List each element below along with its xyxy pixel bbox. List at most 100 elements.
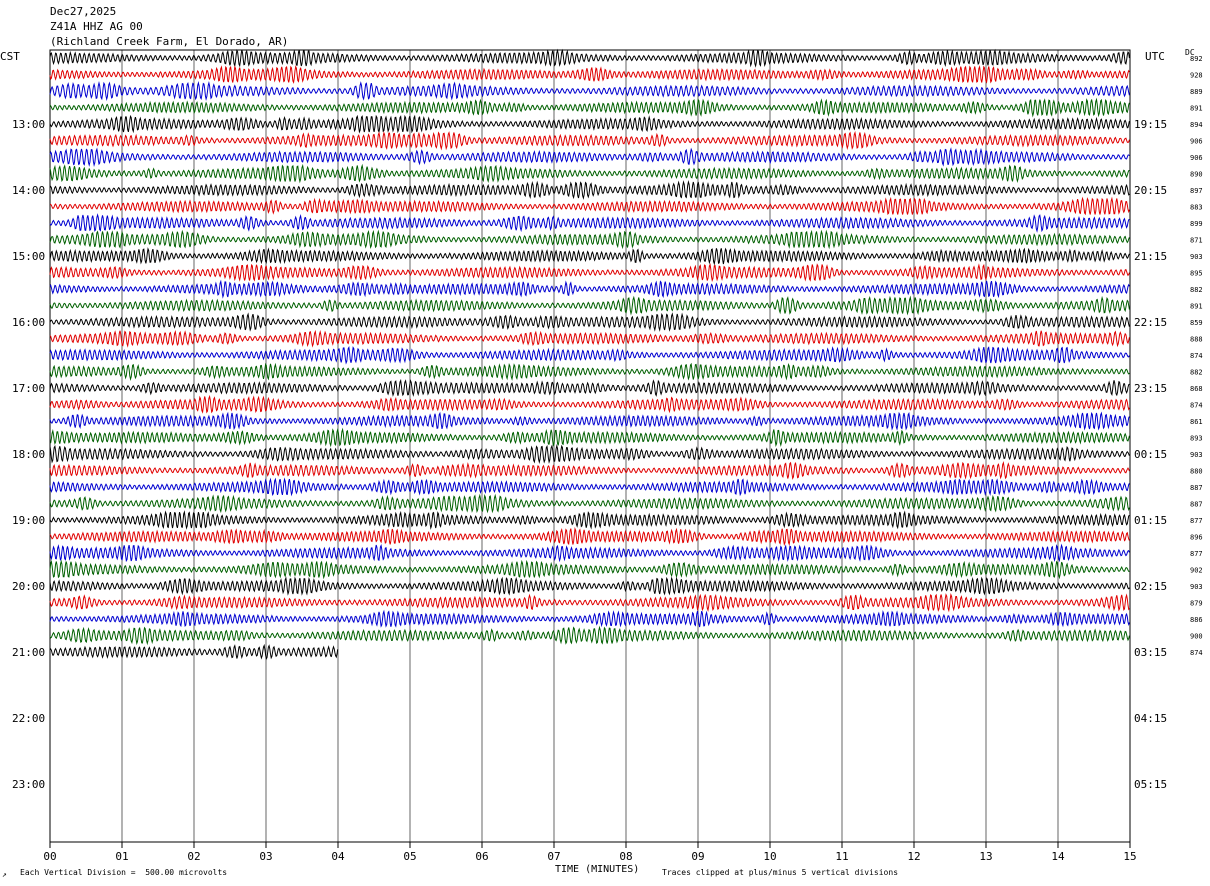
- x-axis-title: TIME (MINUTES): [555, 864, 640, 875]
- seismic-trace: [49, 279, 1130, 299]
- dc-offset-label: 887: [1190, 501, 1203, 509]
- seismic-trace: [49, 114, 1130, 134]
- plot-grid: [49, 49, 1131, 848]
- seismic-trace: [49, 593, 1130, 613]
- seismic-trace: [49, 213, 1130, 233]
- seismic-trace: [49, 527, 1130, 547]
- seismic-trace: [49, 329, 1130, 348]
- seismic-trace: [49, 576, 1130, 596]
- seismic-trace: [49, 493, 1130, 514]
- seismic-trace: [49, 48, 1130, 68]
- x-tick-label: 08: [619, 850, 632, 863]
- x-tick-label: 02: [187, 850, 200, 863]
- dc-offset-label: 877: [1190, 550, 1203, 558]
- scale-note: Each Vertical Division = 500.00 microvol…: [20, 868, 228, 877]
- seismic-trace: [49, 625, 1130, 646]
- seismic-trace: [49, 163, 1130, 184]
- dc-offset-label: 874: [1190, 649, 1203, 657]
- left-hour-label: 19:00: [12, 514, 45, 527]
- seismic-trace: [49, 295, 1130, 316]
- seismic-trace: [49, 130, 1130, 151]
- x-tick-label: 10: [763, 850, 776, 863]
- seismic-trace: [49, 312, 1130, 332]
- left-hour-label: 14:00: [12, 184, 45, 197]
- seismic-traces: [49, 48, 1130, 661]
- dc-offset-label: 874: [1190, 402, 1203, 410]
- dc-offset-label: 900: [1190, 633, 1203, 641]
- left-hour-label: 21:00: [12, 646, 45, 659]
- right-hour-label: 01:15: [1134, 514, 1167, 527]
- corner-mark: ↗: [2, 870, 7, 879]
- dc-offset-label: 886: [1190, 616, 1203, 624]
- seismic-trace: [49, 97, 1130, 118]
- dc-offset-label: 906: [1190, 138, 1203, 146]
- seismic-trace: [49, 229, 1130, 250]
- left-hour-label: 22:00: [12, 712, 45, 725]
- x-tick-label: 13: [979, 850, 992, 863]
- seismic-trace: [49, 411, 1130, 431]
- x-tick-label: 07: [547, 850, 560, 863]
- dc-offset-label: 902: [1190, 567, 1203, 575]
- dc-offset-label: 896: [1190, 534, 1203, 542]
- dc-offset-label: 871: [1190, 237, 1203, 245]
- x-tick-label: 00: [43, 850, 56, 863]
- dc-offset-label: 892: [1190, 55, 1203, 63]
- right-hour-label: 02:15: [1134, 580, 1167, 593]
- seismic-trace: [49, 543, 1130, 563]
- left-hour-label: 17:00: [12, 382, 45, 395]
- dc-offset-label: 895: [1190, 270, 1203, 278]
- helicorder-plot: 00 01 02 03 04 05 06 07 08 09 10 11 12 13 14 15 13:00 14:…: [12, 48, 1203, 863]
- seismic-trace: [49, 394, 1130, 414]
- x-tick-label: 03: [259, 850, 272, 863]
- dc-offset-label: 880: [1190, 468, 1203, 476]
- seismic-trace: [49, 247, 1130, 266]
- left-hour-label: 23:00: [12, 778, 45, 791]
- seismic-trace: [49, 427, 1130, 448]
- dc-offset-label: 928: [1190, 72, 1203, 80]
- seismic-trace: [49, 81, 1130, 101]
- left-hour-label: 18:00: [12, 448, 45, 461]
- dc-offset-label: 893: [1190, 435, 1203, 443]
- right-hour-label: 05:15: [1134, 778, 1167, 791]
- dc-offset-label: 891: [1190, 105, 1203, 113]
- seismic-trace: [49, 65, 1130, 84]
- seismic-trace: [49, 378, 1130, 397]
- right-hour-label: 00:15: [1134, 448, 1167, 461]
- right-hour-label: 23:15: [1134, 382, 1167, 395]
- seismic-trace: [49, 559, 1130, 580]
- x-tick-label: 15: [1123, 850, 1136, 863]
- clip-note: Traces clipped at plus/minus 5 vertical …: [662, 868, 899, 877]
- x-tick-label: 11: [835, 850, 848, 863]
- left-hour-label: 13:00: [12, 118, 45, 131]
- dc-offset-label: 887: [1190, 484, 1203, 492]
- dc-offset-label: 903: [1190, 253, 1203, 261]
- seismic-trace: [49, 180, 1130, 200]
- right-hour-label: 04:15: [1134, 712, 1167, 725]
- dc-offset-label: 888: [1190, 336, 1203, 344]
- x-tick-label: 05: [403, 850, 416, 863]
- x-tick-label: 12: [907, 850, 920, 863]
- x-tick-label: 06: [475, 850, 488, 863]
- dc-offset-label: 877: [1190, 517, 1203, 525]
- left-hour-label: 20:00: [12, 580, 45, 593]
- dc-offset-label: 861: [1190, 418, 1203, 426]
- seismic-trace: [49, 196, 1130, 216]
- seismic-trace: [49, 147, 1130, 167]
- x-tick-label: 09: [691, 850, 704, 863]
- x-tick-label: 01: [115, 850, 128, 863]
- seismic-trace: [49, 444, 1130, 464]
- left-hour-label: 16:00: [12, 316, 45, 329]
- right-hour-label: 21:15: [1134, 250, 1167, 263]
- dc-offset-label: 897: [1190, 187, 1203, 195]
- dc-offset-label: 903: [1190, 583, 1203, 591]
- seismic-trace: [49, 362, 1130, 382]
- right-hour-label: 20:15: [1134, 184, 1167, 197]
- dc-offset-label: 899: [1190, 220, 1203, 228]
- dc-offset-label: 868: [1190, 385, 1203, 393]
- seismic-trace: [49, 477, 1130, 497]
- dc-offset-label: 890: [1190, 171, 1203, 179]
- dc-offset-label: 894: [1190, 121, 1203, 129]
- seismic-trace: [49, 609, 1130, 628]
- dc-offset-label: 874: [1190, 352, 1203, 360]
- dc-offset-label: 906: [1190, 154, 1203, 162]
